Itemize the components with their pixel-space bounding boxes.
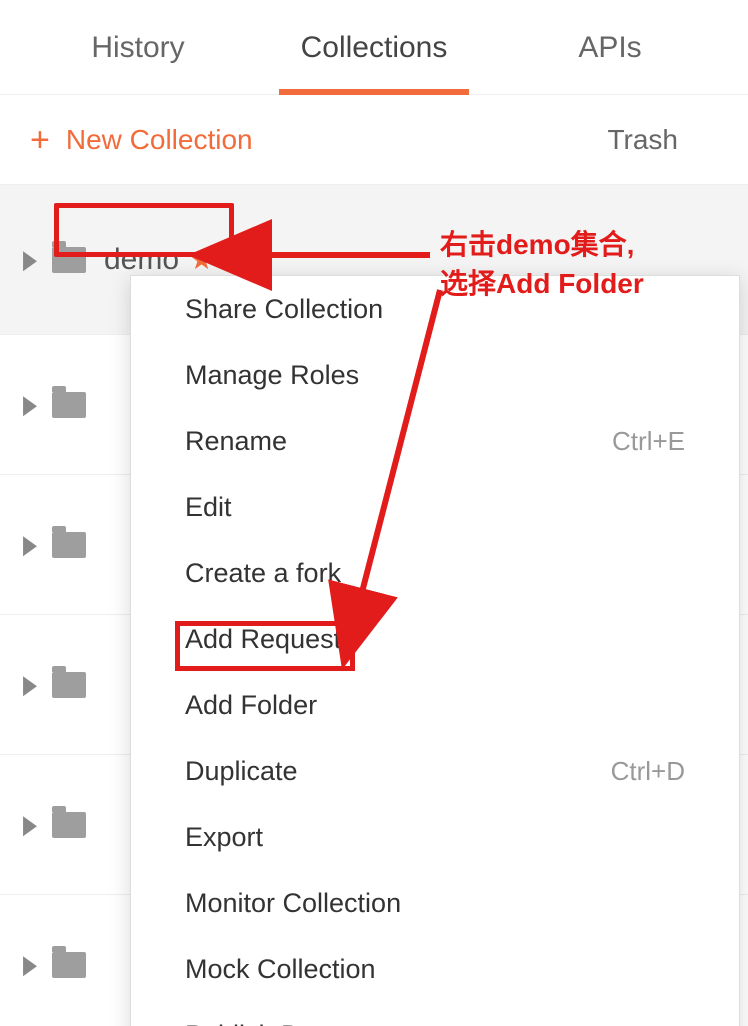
folder-icon	[52, 952, 86, 978]
ctx-export[interactable]: Export	[131, 804, 739, 870]
folder-icon	[52, 812, 86, 838]
new-collection-button[interactable]: + New Collection	[30, 123, 607, 157]
folder-icon	[52, 392, 86, 418]
ctx-monitor-collection[interactable]: Monitor Collection	[131, 870, 739, 936]
ctx-add-folder[interactable]: Add Folder	[131, 672, 739, 738]
ctx-create-fork[interactable]: Create a fork	[131, 540, 739, 606]
plus-icon: +	[30, 123, 50, 157]
tab-history[interactable]: History	[20, 0, 256, 95]
caret-right-icon[interactable]: ▶	[23, 669, 37, 700]
ctx-rename[interactable]: RenameCtrl+E	[131, 408, 739, 474]
ctx-manage-roles[interactable]: Manage Roles	[131, 342, 739, 408]
sidebar-tabs: History Collections APIs	[0, 0, 748, 95]
new-collection-label: New Collection	[66, 124, 253, 156]
caret-right-icon[interactable]: ▶	[23, 244, 37, 275]
caret-right-icon[interactable]: ▶	[23, 389, 37, 420]
trash-link[interactable]: Trash	[607, 124, 718, 156]
star-icon[interactable]: ★	[189, 243, 214, 276]
tab-apis[interactable]: APIs	[492, 0, 728, 95]
collection-name: demo	[104, 243, 179, 277]
context-menu: Share Collection Manage Roles RenameCtrl…	[130, 275, 740, 1026]
folder-icon	[52, 672, 86, 698]
caret-right-icon[interactable]: ▶	[23, 809, 37, 840]
folder-icon	[52, 532, 86, 558]
folder-icon	[52, 247, 86, 273]
ctx-duplicate[interactable]: DuplicateCtrl+D	[131, 738, 739, 804]
collections-toolbar: + New Collection Trash	[0, 95, 748, 185]
annotation-text: 右击demo集合, 选择Add Folder	[440, 225, 644, 303]
caret-right-icon[interactable]: ▶	[23, 949, 37, 980]
ctx-mock-collection[interactable]: Mock Collection	[131, 936, 739, 1002]
caret-right-icon[interactable]: ▶	[23, 529, 37, 560]
ctx-edit[interactable]: Edit	[131, 474, 739, 540]
ctx-add-request[interactable]: Add Request	[131, 606, 739, 672]
ctx-share-collection[interactable]: Share Collection	[131, 276, 739, 342]
tab-collections[interactable]: Collections	[256, 0, 492, 95]
ctx-publish-docs[interactable]: Publish Docs	[131, 1002, 739, 1026]
